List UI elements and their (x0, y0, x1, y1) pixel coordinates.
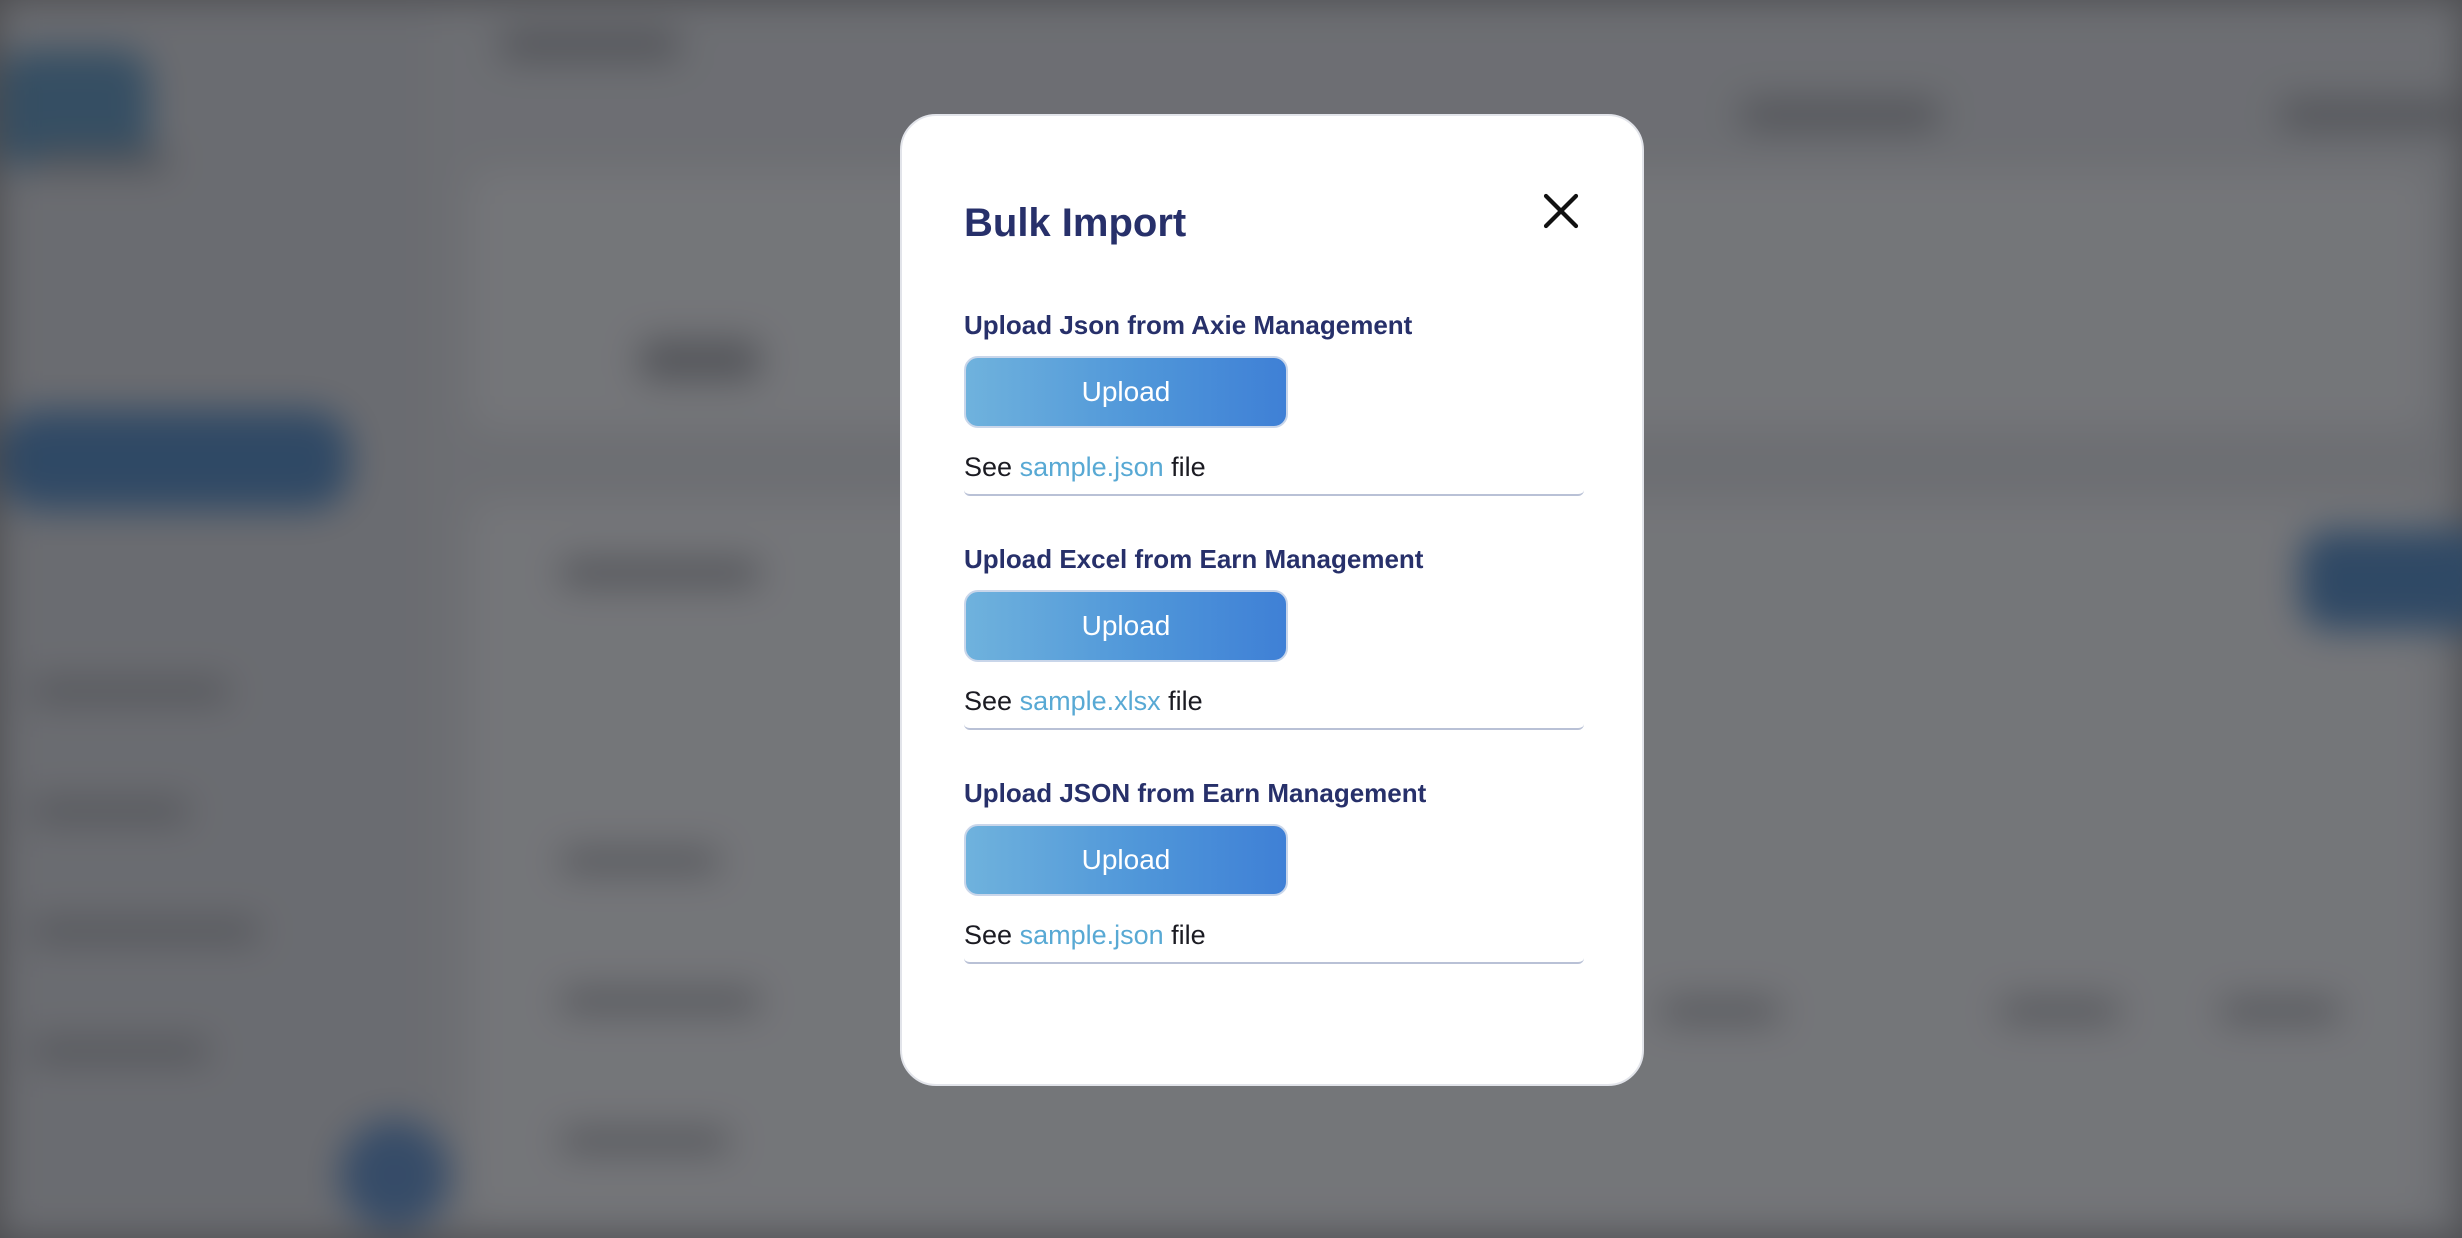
sample-file-hint: See sample.json file (964, 918, 1584, 964)
see-prefix: See (964, 452, 1013, 482)
see-suffix: file (1171, 920, 1206, 950)
see-prefix: See (964, 920, 1013, 950)
see-suffix: file (1168, 686, 1203, 716)
import-section-axie-json: Upload Json from Axie Management Upload … (964, 308, 1584, 496)
bulk-import-modal: Bulk Import Upload Json from Axie Manage… (900, 114, 1644, 1086)
sample-file-hint: See sample.json file (964, 450, 1584, 496)
import-section-earn-excel: Upload Excel from Earn Management Upload… (964, 542, 1584, 730)
section-label: Upload Excel from Earn Management (964, 544, 1424, 574)
section-label: Upload JSON from Earn Management (964, 778, 1427, 808)
sample-file-link[interactable]: sample.xlsx (1020, 686, 1161, 716)
sample-file-link[interactable]: sample.json (1020, 920, 1164, 950)
section-label: Upload Json from Axie Management (964, 310, 1413, 340)
import-section-earn-json: Upload JSON from Earn Management Upload … (964, 776, 1584, 964)
sample-file-hint: See sample.xlsx file (964, 684, 1584, 730)
upload-button[interactable]: Upload (964, 824, 1288, 896)
upload-button[interactable]: Upload (964, 590, 1288, 662)
close-icon (1543, 193, 1579, 229)
see-prefix: See (964, 686, 1013, 716)
close-button[interactable] (1536, 186, 1586, 236)
sample-file-link[interactable]: sample.json (1020, 452, 1164, 482)
see-suffix: file (1171, 452, 1206, 482)
upload-button[interactable]: Upload (964, 356, 1288, 428)
modal-title: Bulk Import (964, 201, 1187, 245)
